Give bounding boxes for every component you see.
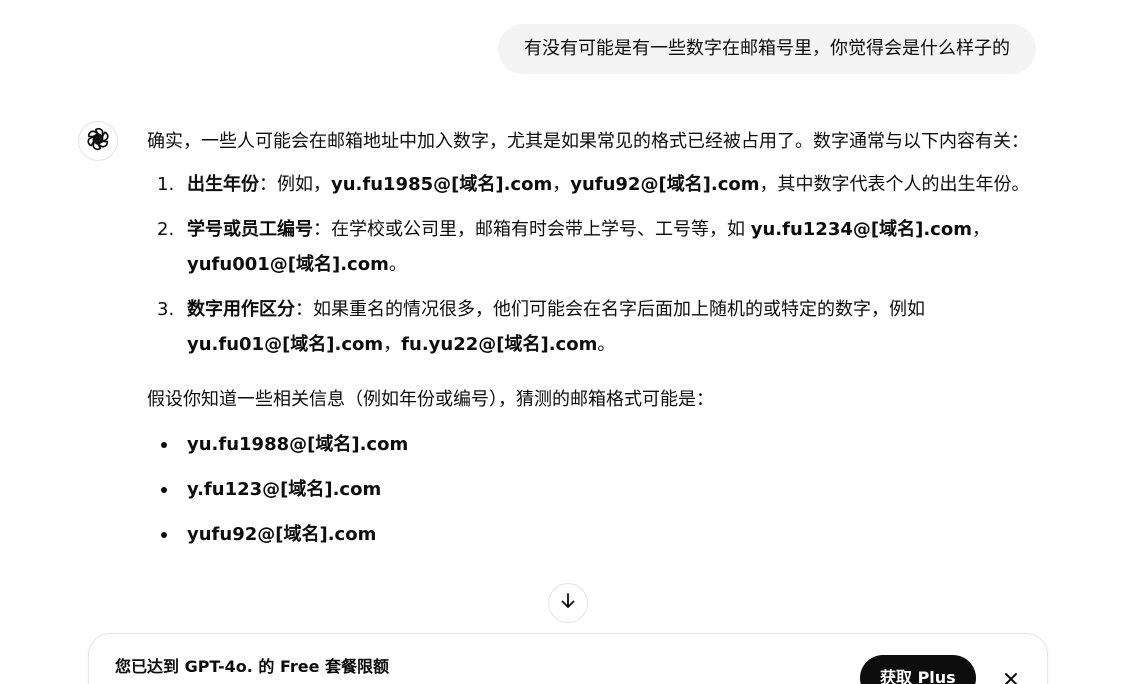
bullet-item: yu.fu1988@[域名].com [147, 427, 1037, 472]
list-item-number: 3. [157, 299, 175, 320]
scroll-to-bottom-button[interactable] [548, 583, 588, 623]
list-item-number: 2. [157, 219, 175, 240]
list-item-separator: ， [383, 334, 402, 355]
bullet-item: y.fu123@[域名].com [147, 472, 1037, 517]
email-example: yu.fu1234@[域名].com [750, 219, 972, 240]
user-message-text: 有没有可能是有一些数字在邮箱号里，你觉得会是什么样子的 [524, 38, 1010, 59]
list-item-title: 学号或员工编号 [187, 219, 313, 240]
list-item-text: ，其中数字代表个人的出生年份。 [759, 174, 1030, 195]
bullet-item: yufu92@[域名].com [147, 517, 1037, 562]
numbered-list: 1. 出生年份：例如，yu.fu1985@[域名].com，yufu92@[域名… [147, 167, 1037, 362]
email-example: fu.yu22@[域名].com [401, 334, 598, 355]
list-item-title: 出生年份 [187, 174, 259, 195]
usage-limit-banner: 您已达到 GPT-4o. 的 Free 套餐限额 获取 Plus [88, 633, 1048, 684]
user-message-bubble: 有没有可能是有一些数字在邮箱号里，你觉得会是什么样子的 [498, 24, 1036, 74]
list-item-text: 。 [597, 334, 616, 355]
list-item: 3. 数字用作区分：如果重名的情况很多，他们可能会在名字后面加上随机的或特定的数… [147, 292, 1037, 362]
list-item-separator: ， [971, 219, 990, 240]
list-item-text: ：例如， [259, 174, 331, 195]
list-item-title: 数字用作区分 [187, 299, 295, 320]
openai-logo-icon [85, 126, 111, 156]
limit-banner-title: 您已达到 GPT-4o. 的 Free 套餐限额 [115, 657, 390, 676]
list-item-text: ：在学校或公司里，邮箱有时会带上学号、工号等，如 [313, 219, 751, 240]
email-example: yufu92@[域名].com [570, 174, 760, 195]
reply-intro: 确实，一些人可能会在邮箱地址中加入数字，尤其是如果常见的格式已经被占用了。数字通… [147, 131, 1029, 152]
list-item-number: 1. [157, 174, 175, 195]
list-item-separator: ， [552, 174, 571, 195]
close-banner-button[interactable] [999, 668, 1023, 684]
assistant-avatar [78, 121, 118, 161]
list-item: 1. 出生年份：例如，yu.fu1985@[域名].com，yufu92@[域名… [147, 167, 1037, 202]
get-plus-button[interactable]: 获取 Plus [860, 655, 976, 684]
chat-page: 有没有可能是有一些数字在邮箱号里，你觉得会是什么样子的 确实，一些人可能会在邮箱… [0, 0, 1132, 684]
close-icon [1004, 671, 1018, 684]
assistant-message: 确实，一些人可能会在邮箱地址中加入数字，尤其是如果常见的格式已经被占用了。数字通… [147, 124, 1037, 562]
bullet-list: yu.fu1988@[域名].com y.fu123@[域名].com yufu… [147, 427, 1037, 562]
list-item-text: 。 [388, 254, 407, 275]
arrow-down-icon [558, 591, 578, 615]
list-item-text: ：如果重名的情况很多，他们可能会在名字后面加上随机的或特定的数字，例如 [295, 299, 925, 320]
email-example: yu.fu01@[域名].com [187, 334, 384, 355]
email-example: yu.fu1985@[域名].com [331, 174, 553, 195]
reply-guess-intro: 假设你知道一些相关信息（例如年份或编号），猜测的邮箱格式可能是： [147, 389, 714, 410]
list-item: 2. 学号或员工编号：在学校或公司里，邮箱有时会带上学号、工号等，如 yu.fu… [147, 212, 1037, 282]
email-example: yufu001@[域名].com [187, 254, 389, 275]
